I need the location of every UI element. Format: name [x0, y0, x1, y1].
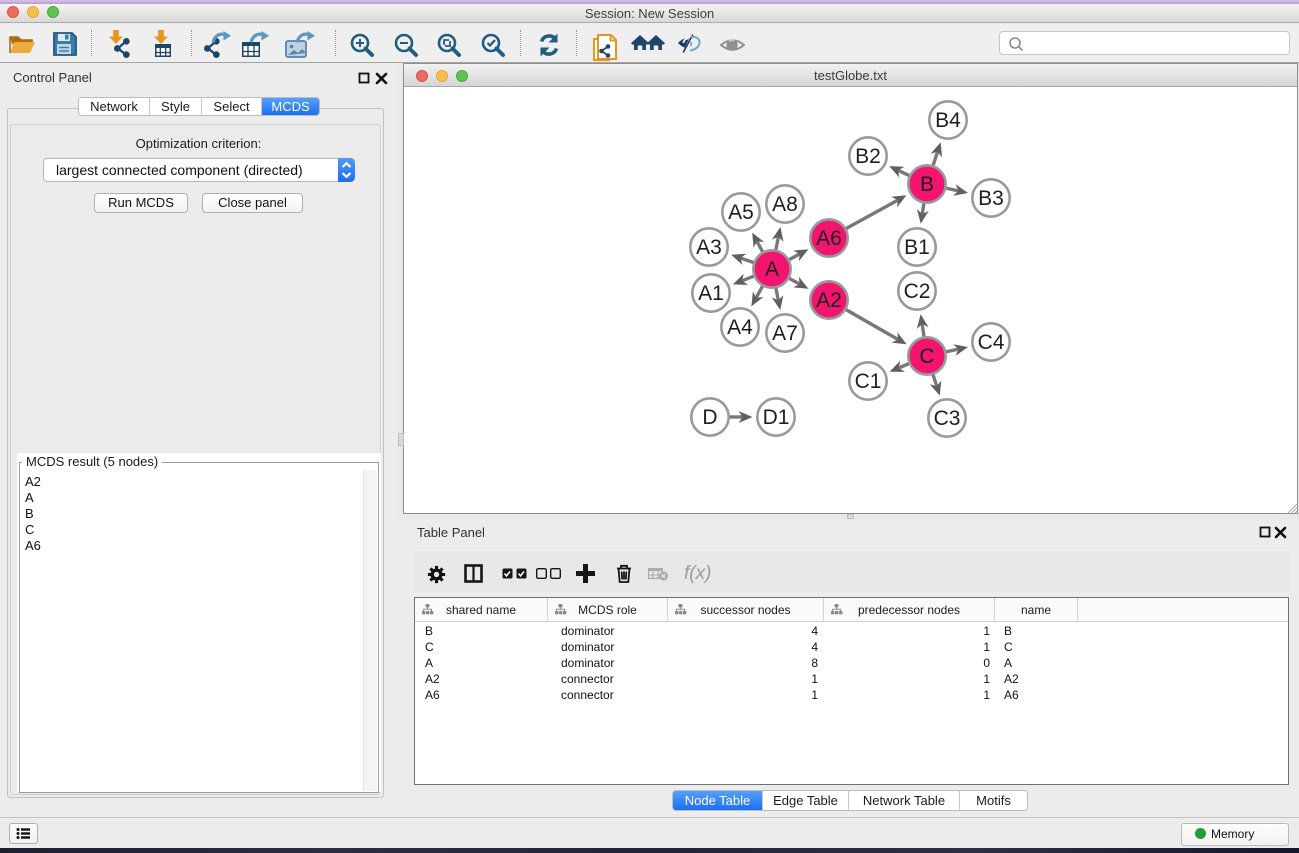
svg-text:A2: A2	[816, 289, 842, 312]
svg-text:D: D	[702, 406, 717, 429]
svg-text:B4: B4	[935, 109, 961, 132]
svg-text:B: B	[920, 173, 934, 196]
svg-text:C: C	[919, 345, 934, 368]
svg-text:C4: C4	[978, 331, 1005, 354]
svg-text:C1: C1	[855, 370, 882, 393]
svg-text:A3: A3	[696, 236, 722, 259]
svg-text:D1: D1	[763, 406, 790, 429]
svg-text:C3: C3	[934, 407, 961, 430]
svg-text:f(x): f(x)	[684, 564, 711, 584]
svg-text:B1: B1	[904, 236, 930, 259]
svg-text:A6: A6	[816, 227, 842, 250]
svg-text:A7: A7	[772, 322, 798, 345]
svg-text:A5: A5	[728, 201, 754, 224]
svg-text:A1: A1	[698, 282, 724, 305]
svg-text:B2: B2	[855, 145, 881, 168]
svg-text:C2: C2	[904, 280, 931, 303]
svg-text:A4: A4	[727, 316, 753, 339]
svg-text:A8: A8	[772, 193, 798, 216]
svg-text:A: A	[765, 258, 779, 281]
svg-text:B3: B3	[978, 187, 1004, 210]
